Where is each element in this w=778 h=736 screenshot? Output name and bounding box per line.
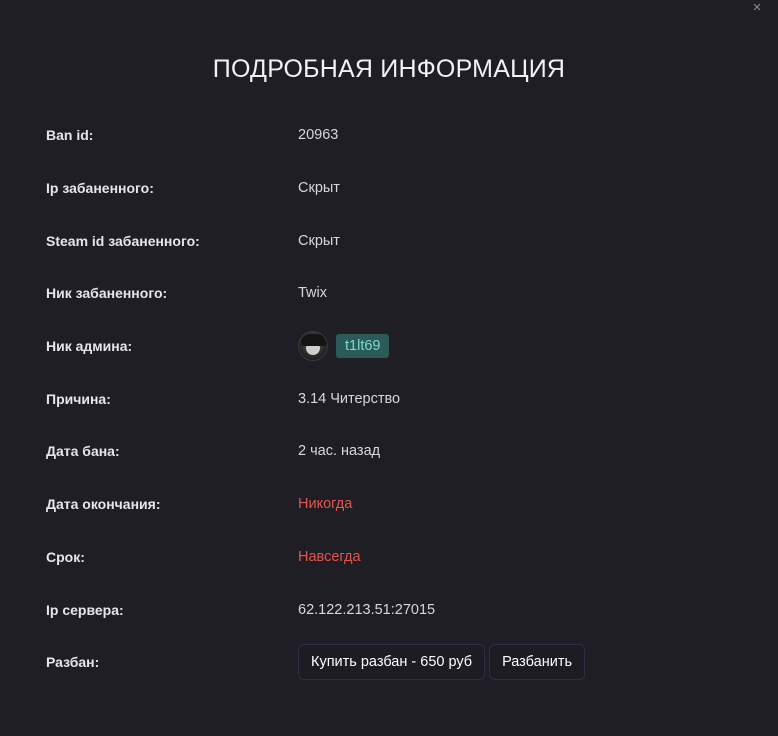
reason-label: Причина: <box>46 390 111 407</box>
admin-label: Ник админа: <box>46 338 133 355</box>
buy-unban-button[interactable]: Купить разбан - 650 руб <box>298 644 486 681</box>
end-date-label: Дата окончания: <box>46 496 161 513</box>
nick-value: Twix <box>298 285 327 302</box>
steam-id-value: Скрыт <box>298 232 340 249</box>
detail-row-nick: Ник забаненного: Twix <box>46 267 746 320</box>
close-icon[interactable]: × <box>750 0 764 15</box>
details-list: Ban id: 20963 Ip забаненного: Скрыт Stea… <box>46 109 746 689</box>
ban-id-value: 20963 <box>298 127 339 144</box>
ip-label: Ip забаненного: <box>46 180 154 197</box>
term-value: Навсегда <box>298 548 361 565</box>
ban-id-label: Ban id: <box>46 127 94 144</box>
detail-row-ban-date: Дата бана: 2 час. назад <box>46 425 746 478</box>
admin-value: t1lt69 <box>298 331 390 362</box>
unban-button[interactable]: Разбанить <box>489 644 586 681</box>
detail-row-ip: Ip забаненного: Скрыт <box>46 162 746 215</box>
end-date-value: Никогда <box>298 496 353 513</box>
modal-title: ПОДРОБНАЯ ИНФОРМАЦИЯ <box>212 55 566 83</box>
unban-actions: Купить разбан - 650 руб Разбанить <box>298 644 589 681</box>
ban-date-value: 2 час. назад <box>298 443 381 460</box>
detail-row-admin: Ник админа: t1lt69 <box>46 320 746 373</box>
reason-value: 3.14 Читерство <box>298 390 401 407</box>
admin-nick-tag[interactable]: t1lt69 <box>336 334 390 359</box>
detail-row-ban-id: Ban id: 20963 <box>46 109 746 162</box>
ban-details-modal: × ПОДРОБНАЯ ИНФОРМАЦИЯ Ban id: 20963 Ip … <box>0 0 778 736</box>
nick-label: Ник забаненного: <box>46 285 168 302</box>
admin-avatar[interactable] <box>298 331 328 362</box>
ban-date-label: Дата бана: <box>46 443 120 460</box>
detail-row-reason: Причина: 3.14 Читерство <box>46 372 746 425</box>
server-ip-label: Ip сервера: <box>46 601 124 618</box>
detail-row-term: Срок: Навсегда <box>46 531 746 584</box>
ip-value: Скрыт <box>298 180 340 197</box>
detail-row-steam-id: Steam id забаненного: Скрыт <box>46 214 746 267</box>
steam-id-label: Steam id забаненного: <box>46 232 200 249</box>
detail-row-unban: Разбан: Купить разбан - 650 руб Разбанит… <box>46 636 746 689</box>
detail-row-server-ip: Ip сервера: 62.122.213.51:27015 <box>46 583 746 636</box>
unban-label: Разбан: <box>46 654 100 671</box>
detail-row-end-date: Дата окончания: Никогда <box>46 478 746 531</box>
term-label: Срок: <box>46 548 85 565</box>
server-ip-value: 62.122.213.51:27015 <box>298 601 436 618</box>
